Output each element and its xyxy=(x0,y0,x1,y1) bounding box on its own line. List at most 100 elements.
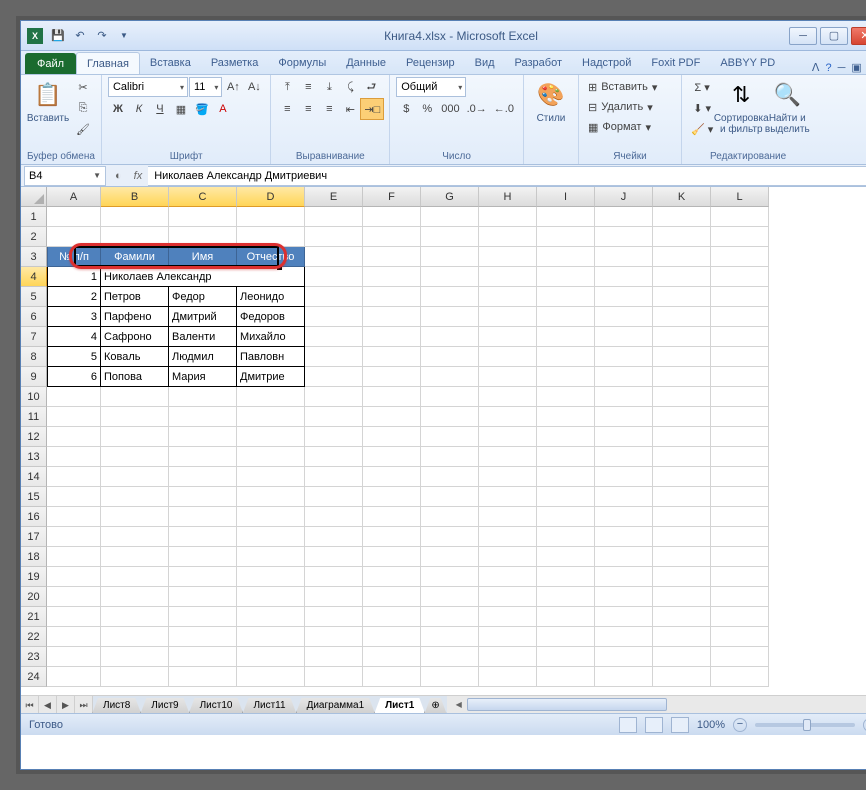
cell-C5[interactable]: Федор xyxy=(169,287,237,307)
cell-B15[interactable] xyxy=(101,487,169,507)
cell-I1[interactable] xyxy=(537,207,595,227)
cell-H20[interactable] xyxy=(479,587,537,607)
cell-E2[interactable] xyxy=(305,227,363,247)
cell-D15[interactable] xyxy=(237,487,305,507)
cell-C8[interactable]: Людмил xyxy=(169,347,237,367)
cell-A19[interactable] xyxy=(47,567,101,587)
cell-I16[interactable] xyxy=(537,507,595,527)
cell-I2[interactable] xyxy=(537,227,595,247)
cell-L21[interactable] xyxy=(711,607,769,627)
cell-B8[interactable]: Коваль xyxy=(101,347,169,367)
cell-G17[interactable] xyxy=(421,527,479,547)
cell-H2[interactable] xyxy=(479,227,537,247)
cell-E1[interactable] xyxy=(305,207,363,227)
cell-K4[interactable] xyxy=(653,267,711,287)
cell-A1[interactable] xyxy=(47,207,101,227)
cell-D13[interactable] xyxy=(237,447,305,467)
cell-J15[interactable] xyxy=(595,487,653,507)
cell-B1[interactable] xyxy=(101,207,169,227)
sheet-tab-Лист10[interactable]: Лист10 xyxy=(189,698,244,713)
cell-B11[interactable] xyxy=(101,407,169,427)
cell-A4[interactable]: 1 xyxy=(47,267,101,287)
cell-A3[interactable]: № п/п xyxy=(47,247,101,267)
italic-button[interactable]: К xyxy=(129,99,149,119)
row-header-12[interactable]: 12 xyxy=(21,427,47,447)
first-sheet-button[interactable]: ⏮ xyxy=(21,696,39,713)
cell-F20[interactable] xyxy=(363,587,421,607)
cell-C1[interactable] xyxy=(169,207,237,227)
next-sheet-button[interactable]: ▶ xyxy=(57,696,75,713)
cell-G3[interactable] xyxy=(421,247,479,267)
formula-circle-icon[interactable]: ◐ xyxy=(115,170,122,182)
row-header-18[interactable]: 18 xyxy=(21,547,47,567)
cell-D3[interactable]: Отчество xyxy=(237,247,305,267)
cell-F5[interactable] xyxy=(363,287,421,307)
format-cells-button[interactable]: ▦Формат ▾ xyxy=(585,117,675,137)
cell-E20[interactable] xyxy=(305,587,363,607)
ribbon-tab-рецензир[interactable]: Рецензир xyxy=(396,52,465,74)
underline-button[interactable]: Ч xyxy=(150,99,170,119)
cell-A11[interactable] xyxy=(47,407,101,427)
row-header-14[interactable]: 14 xyxy=(21,467,47,487)
row-header-15[interactable]: 15 xyxy=(21,487,47,507)
cell-K2[interactable] xyxy=(653,227,711,247)
cell-H22[interactable] xyxy=(479,627,537,647)
sort-filter-button[interactable]: ⇅ Сортировка и фильтр xyxy=(720,77,762,137)
increase-decimal-button[interactable]: .0→ xyxy=(464,99,490,119)
autosum-button[interactable]: Σ ▾ xyxy=(688,77,716,97)
cell-G5[interactable] xyxy=(421,287,479,307)
row-header-21[interactable]: 21 xyxy=(21,607,47,627)
row-header-5[interactable]: 5 xyxy=(21,287,47,307)
cell-F6[interactable] xyxy=(363,307,421,327)
ribbon-tab-формулы[interactable]: Формулы xyxy=(268,52,336,74)
cell-E4[interactable] xyxy=(305,267,363,287)
font-color-button[interactable]: A xyxy=(213,99,233,119)
cell-L24[interactable] xyxy=(711,667,769,687)
cell-C13[interactable] xyxy=(169,447,237,467)
comma-button[interactable]: 000 xyxy=(438,99,462,119)
minimize-button[interactable]: ─ xyxy=(789,27,817,45)
col-header-D[interactable]: D xyxy=(237,187,305,207)
cell-C23[interactable] xyxy=(169,647,237,667)
align-bottom-button[interactable]: ⤓ xyxy=(319,77,339,97)
cell-I3[interactable] xyxy=(537,247,595,267)
ribbon-tab-разработ[interactable]: Разработ xyxy=(505,52,572,74)
cell-A23[interactable] xyxy=(47,647,101,667)
row-header-22[interactable]: 22 xyxy=(21,627,47,647)
row-header-20[interactable]: 20 xyxy=(21,587,47,607)
cell-E6[interactable] xyxy=(305,307,363,327)
format-painter-button[interactable]: 🖌 xyxy=(73,119,93,139)
cell-G6[interactable] xyxy=(421,307,479,327)
cell-D18[interactable] xyxy=(237,547,305,567)
cut-button[interactable]: ✂ xyxy=(73,77,93,97)
cell-B10[interactable] xyxy=(101,387,169,407)
sheet-tab-Лист8[interactable]: Лист8 xyxy=(92,698,141,713)
col-header-A[interactable]: A xyxy=(47,187,101,207)
cell-E24[interactable] xyxy=(305,667,363,687)
cell-A20[interactable] xyxy=(47,587,101,607)
sheet-tab-Лист11[interactable]: Лист11 xyxy=(242,698,296,713)
cell-G11[interactable] xyxy=(421,407,479,427)
cell-H6[interactable] xyxy=(479,307,537,327)
cell-F23[interactable] xyxy=(363,647,421,667)
row-header-16[interactable]: 16 xyxy=(21,507,47,527)
cell-C20[interactable] xyxy=(169,587,237,607)
cell-I12[interactable] xyxy=(537,427,595,447)
cell-E14[interactable] xyxy=(305,467,363,487)
cell-G13[interactable] xyxy=(421,447,479,467)
cell-G24[interactable] xyxy=(421,667,479,687)
insert-cells-button[interactable]: ⊞Вставить ▾ xyxy=(585,77,675,97)
col-header-L[interactable]: L xyxy=(711,187,769,207)
row-header-19[interactable]: 19 xyxy=(21,567,47,587)
cell-E15[interactable] xyxy=(305,487,363,507)
prev-sheet-button[interactable]: ◀ xyxy=(39,696,57,713)
font-name-dropdown[interactable]: Calibri xyxy=(108,77,188,97)
page-break-view-button[interactable] xyxy=(671,717,689,733)
cell-E23[interactable] xyxy=(305,647,363,667)
font-size-dropdown[interactable]: 11 xyxy=(189,77,222,97)
border-button[interactable]: ▦ xyxy=(171,99,191,119)
cell-J3[interactable] xyxy=(595,247,653,267)
cell-L23[interactable] xyxy=(711,647,769,667)
percent-button[interactable]: % xyxy=(417,99,437,119)
cell-H15[interactable] xyxy=(479,487,537,507)
